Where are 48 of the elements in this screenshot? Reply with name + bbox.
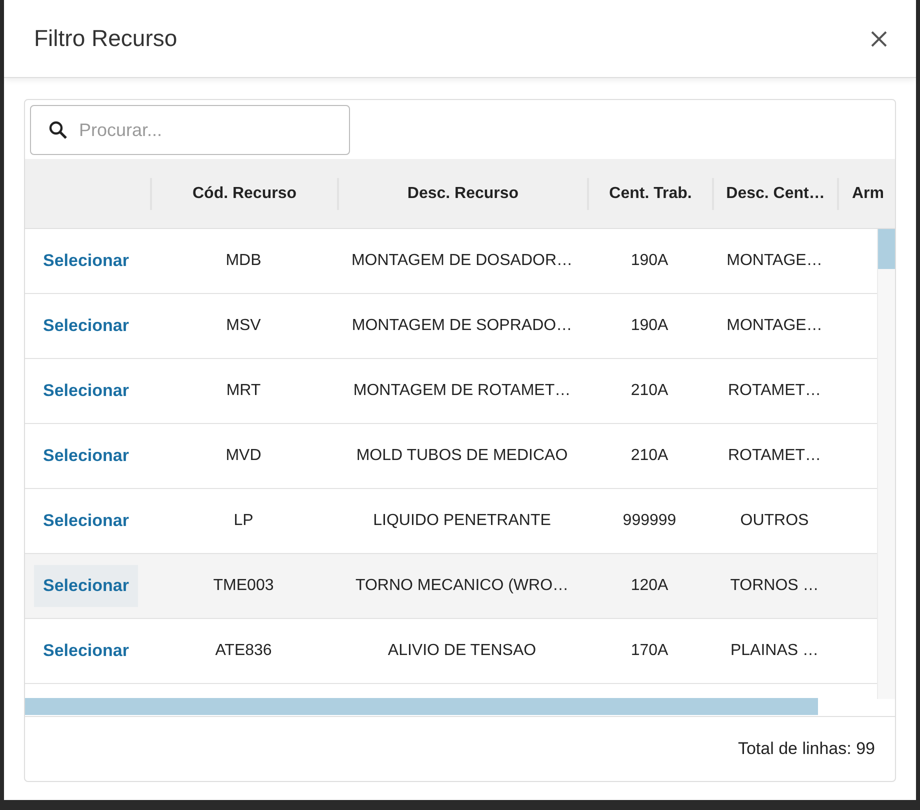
row-count: Total de linhas: 99	[738, 738, 875, 760]
table-cell-text: MDB	[226, 251, 262, 271]
table-cell-text: OUTROS	[740, 511, 809, 531]
table-cell-text: MONTAGE…	[726, 316, 822, 336]
table-cell-text: 190A	[630, 251, 668, 271]
scrollbar-thumb[interactable]	[878, 229, 895, 269]
table-cell-text: MOLD TUBOS DE MEDICAO	[356, 446, 568, 466]
table-cell-text: ALIVIO DE TENSAO	[388, 641, 536, 661]
column-header[interactable]: Desc. Recurso	[407, 182, 519, 206]
table-cell-text: MONTAGEM DE SOPRADO…	[352, 316, 572, 336]
table-cell-text: ROTAMET…	[728, 381, 822, 401]
scrollbar[interactable]	[877, 229, 895, 699]
table-cell-text: PLAINAS …	[730, 641, 819, 661]
column-header[interactable]: Arm	[852, 182, 884, 206]
select-link[interactable]: Selecionar	[34, 305, 138, 347]
search-field[interactable]: Procurar...	[30, 105, 350, 155]
select-link[interactable]: Selecionar	[34, 240, 138, 282]
table-cell-text: MSV	[226, 316, 261, 336]
column-header[interactable]: Desc. Cent…	[726, 182, 825, 206]
table-cell-text: 120A	[630, 576, 668, 596]
column-header[interactable]: Cód. Recurso	[192, 182, 296, 206]
table-cell-text: MRT	[226, 381, 261, 401]
select-link[interactable]: Selecionar	[34, 565, 138, 607]
table-cell-text: MVD	[226, 446, 262, 466]
table-row[interactable]: Selecionar TME003 TORNO MECANICO (WRO… 120A TORNOS …	[25, 554, 878, 619]
table-cell-text: 210A	[630, 446, 668, 466]
table-cell-text: MONTAGEM DE ROTAMET…	[353, 381, 571, 401]
table-cell-text: LP	[234, 511, 254, 531]
table-cell-text: 190A	[630, 316, 668, 336]
table-cell-text: 999999	[622, 511, 676, 531]
table-cell-text: TORNO MECANICO (WRO…	[355, 576, 569, 596]
select-link[interactable]: Selecionar	[34, 435, 138, 477]
table-cell-text: MONTAGEM DE DOSADOR…	[351, 251, 573, 271]
table-cell-text: ATE836	[215, 641, 272, 661]
select-link[interactable]: Selecionar	[34, 500, 138, 542]
column-header[interactable]: Cent. Trab.	[609, 182, 692, 206]
dialog-title: Filtro Recurso	[34, 24, 178, 54]
select-link[interactable]: Selecionar	[34, 370, 138, 412]
table-cell-text: 170A	[630, 641, 668, 661]
table-cell-text: MONTAGE…	[726, 251, 822, 271]
table-cell-text: TME003	[213, 576, 274, 596]
table-cell-text: LIQUIDO PENETRANTE	[373, 511, 551, 531]
select-link[interactable]: Selecionar	[34, 630, 138, 672]
table-cell-text: 210A	[630, 381, 668, 401]
close-icon[interactable]	[870, 30, 888, 48]
search-icon	[48, 120, 68, 140]
table-cell-text: TORNOS …	[730, 576, 819, 596]
table-cell-text: ROTAMET…	[728, 446, 822, 466]
